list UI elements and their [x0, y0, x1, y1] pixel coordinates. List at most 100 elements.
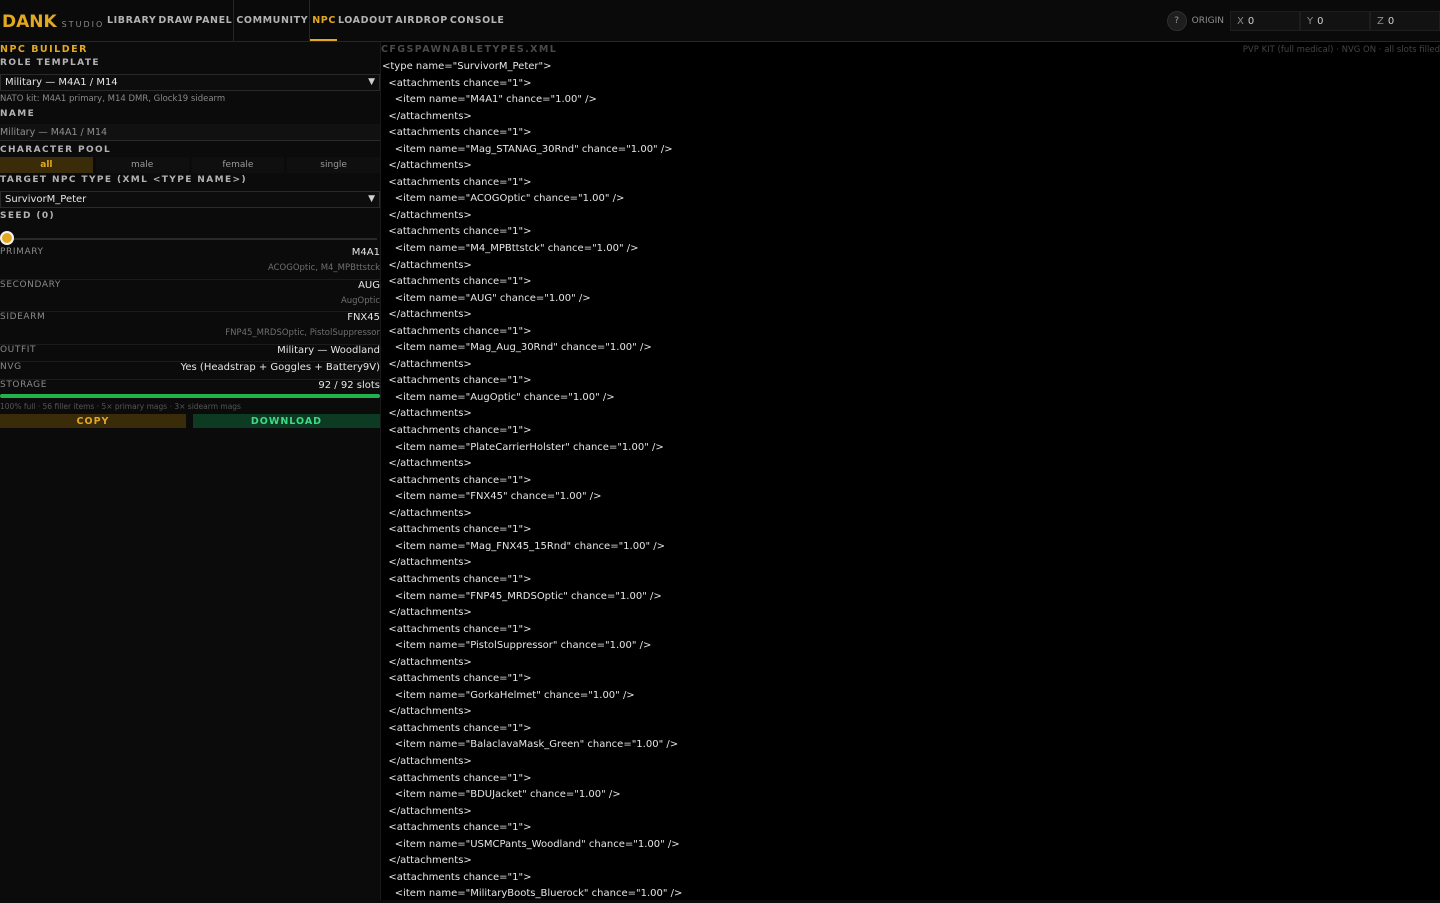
code-line: </attachments> — [382, 160, 472, 172]
copy-button[interactable]: COPY — [0, 414, 186, 428]
code-line: <item name="GorkaHelmet" chance="1.00" /… — [382, 689, 635, 701]
sidearm-value: FNX45 — [347, 312, 380, 323]
row-secondary: SECONDARY AUG AugOptic — [0, 280, 380, 312]
target-npc-label: TARGET NPC TYPE (XML <TYPE NAME>) — [0, 175, 247, 185]
nav-draw[interactable]: DRAW — [157, 0, 194, 41]
target-npc-select[interactable]: SurvivorM_Peter ▼ — [0, 191, 380, 208]
role-hint: NATO kit: M4A1 primary, M14 DMR, Glock19… — [0, 94, 226, 104]
nav-console[interactable]: CONSOLE — [449, 0, 506, 41]
outfit-label: OUTFIT — [0, 345, 37, 355]
code-line: </attachments> — [382, 408, 472, 420]
role-template-select[interactable]: Military — M4A1 / M14 ▼ — [0, 74, 380, 91]
code-line: </attachments> — [382, 656, 472, 668]
storage-progress-bar — [0, 394, 380, 398]
origin-x-value: 0 — [1247, 15, 1255, 27]
chevron-down-icon: ▼ — [368, 194, 375, 204]
storage-progress-fill — [0, 394, 380, 398]
code-line: <item name="USMCPants_Woodland" chance="… — [382, 838, 680, 850]
code-line: </attachments> — [382, 557, 472, 569]
code-line: <attachments chance="1"> — [382, 325, 532, 337]
code-line: <item name="Mag_FNX45_15Rnd" chance="1.0… — [382, 540, 665, 552]
code-line: </attachments> — [382, 706, 472, 718]
code-line: </attachments> — [382, 209, 472, 221]
code-line: <attachments chance="1"> — [382, 524, 532, 536]
code-line: <attachments chance="1"> — [382, 425, 532, 437]
row-nvg: NVG Yes (Headstrap + Goggles + Battery9V… — [0, 362, 380, 380]
outfit-value: Military — Woodland — [277, 345, 380, 356]
sidearm-label: SIDEARM — [0, 312, 46, 322]
main-nav: LIBRARY DRAW PANEL COMMUNITY NPC LOADOUT… — [106, 0, 506, 41]
code-line: <item name="PlateCarrierHolster" chance=… — [382, 441, 664, 453]
pool-single-button[interactable]: single — [287, 157, 380, 173]
z-axis-label: Z — [1377, 15, 1384, 27]
code-line: <attachments chance="1"> — [382, 77, 532, 89]
code-line: <attachments chance="1"> — [382, 226, 532, 238]
code-line: </attachments> — [382, 755, 472, 767]
name-input[interactable]: Military — M4A1 / M14 — [0, 124, 380, 141]
row-outfit: OUTFIT Military — Woodland — [0, 345, 380, 362]
brand-name: DANK — [2, 12, 57, 32]
code-line: <attachments chance="1"> — [382, 673, 532, 685]
code-line: <item name="AugOptic" chance="1.00" /> — [382, 391, 615, 403]
xml-code-view[interactable]: <type name="SurvivorM_Peter"> <attachmen… — [382, 59, 682, 903]
primary-attachments: ACOGOptic, M4_MPBttstck — [267, 263, 380, 273]
secondary-label: SECONDARY — [0, 280, 62, 290]
code-line: </attachments> — [382, 855, 472, 867]
storage-hint: 100% full · 56 filler items · 5× primary… — [0, 402, 241, 411]
nvg-value: Yes (Headstrap + Goggles + Battery9V) — [180, 362, 380, 373]
pool-all-button[interactable]: all — [0, 157, 93, 173]
origin-y-value: 0 — [1317, 15, 1324, 27]
origin-y-input[interactable]: Y0 — [1300, 11, 1370, 31]
pool-male-button[interactable]: male — [95, 157, 189, 173]
code-line: <attachments chance="1"> — [382, 871, 532, 883]
primary-value: M4A1 — [351, 247, 380, 258]
code-line: <item name="M4_MPBttstck" chance="1.00" … — [382, 243, 639, 255]
x-axis-label: X — [1237, 15, 1244, 27]
code-line: </attachments> — [382, 358, 472, 370]
npc-builder-panel: NPC BUILDER ROLE TEMPLATE Military — M4A… — [0, 42, 380, 900]
pool-female-button[interactable]: female — [191, 157, 285, 173]
code-line: <attachments chance="1"> — [382, 474, 532, 486]
brand-logo[interactable]: DANK STUDIO — [0, 0, 106, 41]
code-line: </attachments> — [382, 607, 472, 619]
row-storage: STORAGE 92 / 92 slots — [0, 380, 380, 394]
nav-loadout[interactable]: LOADOUT — [337, 0, 394, 41]
code-line: <item name="FNP45_MRDSOptic" chance="1.0… — [382, 590, 662, 602]
nav-library[interactable]: LIBRARY — [106, 0, 157, 41]
origin-z-input[interactable]: Z0 — [1370, 11, 1440, 31]
nav-airdrop[interactable]: AIRDROP — [394, 0, 449, 41]
secondary-attachments: AugOptic — [340, 296, 380, 306]
nav-npc[interactable]: NPC — [309, 0, 337, 41]
file-title: CFGSPAWNABLETYPES.XML — [381, 44, 558, 55]
seed-label: SEED (0) — [0, 211, 56, 221]
origin-x-input[interactable]: X0 — [1230, 11, 1300, 31]
storage-label: STORAGE — [0, 380, 48, 390]
code-line: <item name="MilitaryBoots_Bluerock" chan… — [382, 888, 683, 900]
code-line: <attachments chance="1"> — [382, 375, 532, 387]
origin-z-value: 0 — [1387, 15, 1395, 27]
code-line: <attachments chance="1"> — [382, 772, 532, 784]
code-line: <attachments chance="1"> — [382, 573, 532, 585]
nvg-label: NVG — [0, 362, 22, 372]
sidearm-attachments: FNP45_MRDSOptic, PistolSuppressor — [225, 328, 380, 338]
code-line: <item name="PistolSuppressor" chance="1.… — [382, 640, 652, 652]
row-primary: PRIMARY M4A1 ACOGOptic, M4_MPBttstck — [0, 247, 380, 280]
code-line: <item name="ACOGOptic" chance="1.00" /> — [382, 193, 625, 205]
primary-label: PRIMARY — [0, 247, 44, 257]
y-axis-label: Y — [1307, 15, 1314, 27]
nav-panel[interactable]: PANEL — [194, 0, 233, 41]
code-line: <type name="SurvivorM_Peter"> — [382, 61, 552, 72]
nav-community[interactable]: COMMUNITY — [233, 0, 309, 41]
seed-slider-thumb[interactable] — [0, 231, 14, 245]
code-line: <item name="AUG" chance="1.00" /> — [382, 292, 591, 304]
seed-slider-track[interactable] — [5, 238, 377, 240]
code-line: <attachments chance="1"> — [382, 623, 532, 635]
origin-label: ORIGIN — [1191, 16, 1224, 26]
download-button[interactable]: DOWNLOAD — [193, 414, 380, 428]
help-icon[interactable]: ? — [1166, 11, 1187, 31]
chevron-down-icon: ▼ — [368, 77, 375, 87]
file-meta: PVP KIT (full medical) · NVG ON · all sl… — [1242, 45, 1440, 55]
character-pool-toggle: all male female single — [0, 157, 380, 173]
character-pool-label: CHARACTER POOL — [0, 145, 112, 155]
storage-value: 92 / 92 slots — [318, 380, 380, 391]
